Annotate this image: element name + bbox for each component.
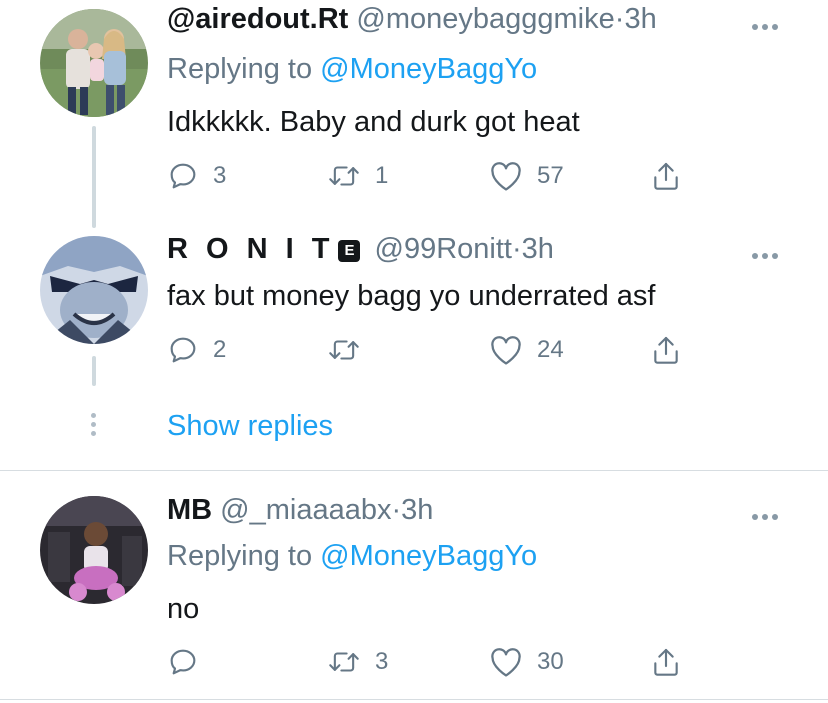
share-icon <box>654 162 678 190</box>
avatar[interactable] <box>40 236 148 344</box>
retweet-icon <box>329 652 359 672</box>
like-count: 30 <box>537 648 564 675</box>
share-button[interactable] <box>651 330 681 370</box>
tweet-text: fax but money bagg yo underrated asf <box>167 280 656 312</box>
reply-icon <box>170 649 196 675</box>
like-button[interactable]: 57 <box>489 156 564 196</box>
tweet-header: MB @_miaaaabx·3h <box>167 494 433 527</box>
tweet-header: @airedout.Rt @moneybagggmike·3h <box>167 3 657 36</box>
retweet-icon <box>329 166 359 186</box>
replying-to: Replying to @MoneyBaggYo <box>167 540 537 573</box>
verified-badge-icon: E <box>338 240 361 262</box>
tweet-text: Idkkkkk. Baby and durk got heat <box>167 106 580 138</box>
handle[interactable]: @_miaaaabx <box>220 494 391 526</box>
thread-line <box>92 126 96 226</box>
replying-prefix: Replying to <box>167 540 313 572</box>
tweet-1[interactable]: @airedout.Rt @moneybagggmike·3h Replying… <box>0 0 828 226</box>
tweet-2[interactable]: R O N I TE @99Ronitt·3h fax but money ba… <box>0 214 828 400</box>
reply-icon <box>170 163 196 189</box>
reply-icon <box>170 337 196 363</box>
more-icon[interactable] <box>752 507 786 520</box>
thread-line <box>92 214 96 228</box>
mention-link[interactable]: @MoneyBaggYo <box>320 53 537 85</box>
reply-button[interactable] <box>167 642 213 682</box>
like-icon <box>491 162 521 191</box>
like-button[interactable]: 24 <box>489 330 564 370</box>
separator: · <box>391 494 402 526</box>
tweet-3[interactable]: MB @_miaaaabx·3h Replying to @MoneyBaggY… <box>0 471 828 702</box>
avatar[interactable] <box>40 9 148 117</box>
more-icon[interactable] <box>752 246 786 259</box>
avatar[interactable] <box>40 496 148 604</box>
timestamp[interactable]: 3h <box>624 3 656 35</box>
reply-count: 2 <box>213 336 227 363</box>
share-icon <box>654 336 678 364</box>
retweet-icon <box>329 340 359 360</box>
separator: · <box>511 233 522 265</box>
like-icon <box>491 336 521 365</box>
tweet-actions: 3 30 <box>167 642 727 682</box>
tweet-text: no <box>167 593 200 625</box>
divider <box>0 699 828 700</box>
display-name[interactable]: @airedout.Rt <box>167 3 348 35</box>
share-icon <box>654 648 678 676</box>
reply-button[interactable]: 3 <box>167 156 226 196</box>
reply-button[interactable]: 2 <box>167 330 226 370</box>
handle[interactable]: @99Ronitt <box>375 233 512 265</box>
retweet-button[interactable] <box>327 330 375 370</box>
display-name[interactable]: R O N I T <box>167 233 334 265</box>
separator: · <box>614 3 625 35</box>
mention-link[interactable]: @MoneyBaggYo <box>320 540 537 572</box>
like-icon <box>491 648 521 677</box>
like-count: 24 <box>537 336 564 363</box>
retweet-button[interactable]: 3 <box>327 642 388 682</box>
retweet-count: 1 <box>375 162 389 189</box>
tweet-header: R O N I TE @99Ronitt·3h <box>167 233 554 266</box>
timestamp[interactable]: 3h <box>522 233 554 265</box>
handle[interactable]: @moneybagggmike <box>356 3 614 35</box>
share-button[interactable] <box>651 156 681 196</box>
display-name[interactable]: MB <box>167 494 212 526</box>
tweet-actions: 2 24 <box>167 330 727 370</box>
like-button[interactable]: 30 <box>489 642 564 682</box>
share-button[interactable] <box>651 642 681 682</box>
retweet-button[interactable]: 1 <box>327 156 388 196</box>
retweet-count: 3 <box>375 648 389 675</box>
thread-dots-icon <box>90 413 98 440</box>
more-icon[interactable] <box>752 17 786 30</box>
tweet-actions: 3 1 57 <box>167 156 727 196</box>
like-count: 57 <box>537 162 564 189</box>
reply-count: 3 <box>213 162 227 189</box>
thread-line <box>92 356 96 386</box>
replying-prefix: Replying to <box>167 53 313 85</box>
replying-to: Replying to @MoneyBaggYo <box>167 53 537 86</box>
timestamp[interactable]: 3h <box>401 494 433 526</box>
show-replies-link[interactable]: Show replies <box>167 410 333 443</box>
